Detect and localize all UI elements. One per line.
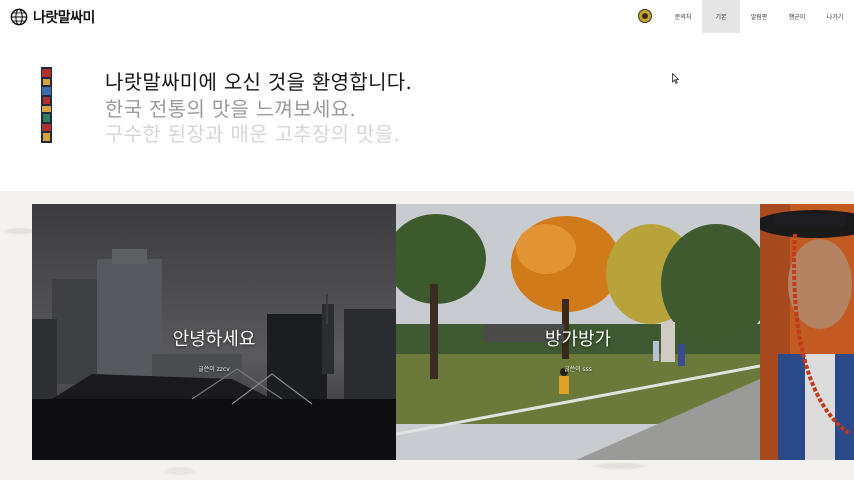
nav-item-contact[interactable]: 문의처 [664, 0, 702, 33]
slide-2-title: 방가방가 [544, 329, 612, 350]
slide-1-title: 안녕하세요 [172, 329, 256, 350]
traditional-pattern-icon [41, 67, 52, 143]
main-nav: 문의처 기본 알림판 행군이 나가기 [638, 0, 854, 33]
nav-item-logout[interactable]: 나가기 [816, 0, 854, 33]
nav-item-home[interactable]: 기본 [702, 0, 740, 33]
site-logo[interactable]: 나랏말싸미 [10, 6, 95, 28]
hero-title: 나랏말싸미에 오신 것을 환영합니다. [105, 70, 413, 94]
gallery-band: 안녕하세요 글쓴이 zzcv 방가방가 글쓴이 sss [0, 191, 854, 480]
gallery-slide-3[interactable] [760, 204, 854, 460]
user-avatar[interactable] [638, 9, 652, 23]
top-navbar: 나랏말싸미 문의처 기본 알림판 행군이 나가기 [0, 0, 854, 33]
royal-guard-image [760, 204, 854, 460]
globe-icon [10, 8, 28, 26]
hero-tagline: 구수한 된장과 매운 고추장의 맛을. [105, 122, 401, 146]
site-name: 나랏말싸미 [33, 10, 95, 26]
gallery-slide-2[interactable]: 방가방가 글쓴이 sss [396, 204, 760, 460]
gallery-slide-1[interactable]: 안녕하세요 글쓴이 zzcv [32, 204, 396, 460]
slide-1-caption: 글쓴이 zzcv [198, 366, 230, 373]
nav-item-board[interactable]: 알림판 [740, 0, 778, 33]
mouse-cursor-icon [672, 73, 679, 84]
nav-item-march[interactable]: 행군이 [778, 0, 816, 33]
slide-2-caption: 글쓴이 sss [564, 366, 592, 373]
